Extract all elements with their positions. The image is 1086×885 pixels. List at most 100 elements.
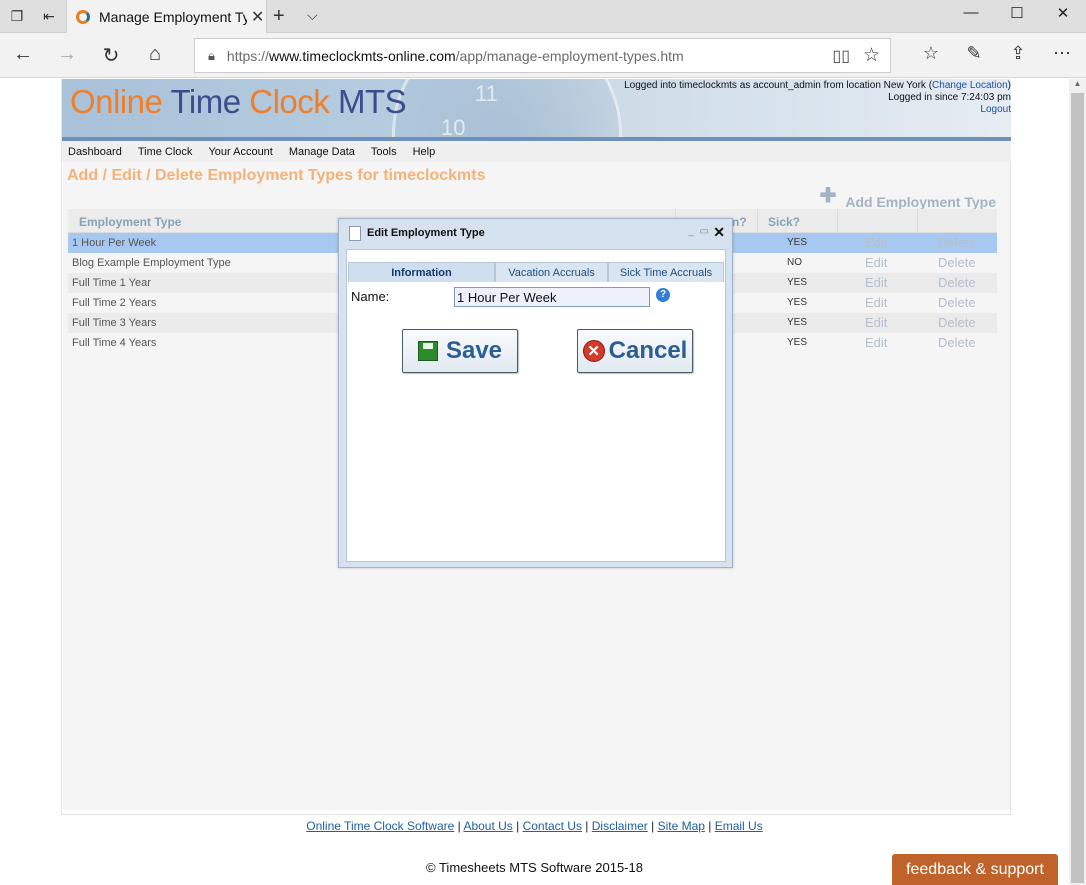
footer-links: Online Time Clock Software | About Us | … xyxy=(306,819,763,833)
footer-link-software[interactable]: Online Time Clock Software xyxy=(306,819,454,833)
footer-link-sitemap[interactable]: Site Map xyxy=(658,819,705,833)
edit-employment-type-dialog: Edit Employment Type _ ▭ ✕ Information V… xyxy=(338,218,733,568)
save-button[interactable]: Save xyxy=(402,329,518,373)
col-separator xyxy=(837,209,838,233)
back-icon[interactable]: ← xyxy=(9,43,37,66)
cancel-x-icon: ✕ xyxy=(582,340,605,362)
url-domain: www.timeclockmts-online.com xyxy=(268,47,456,64)
tab-preview-chevron-icon[interactable]: ⌵ xyxy=(307,7,318,24)
row-delete-link[interactable]: Delete xyxy=(938,335,976,350)
menu-manage-data[interactable]: Manage Data xyxy=(289,146,355,158)
row-edit-link[interactable]: Edit xyxy=(865,275,887,290)
tab-close-icon[interactable]: ✕ xyxy=(251,7,264,27)
help-icon[interactable]: ? xyxy=(656,288,670,302)
tab-title: Manage Employment Ty xyxy=(99,8,247,25)
tab-vacation-accruals[interactable]: Vacation Accruals xyxy=(495,262,608,282)
row-delete-link[interactable]: Delete xyxy=(938,295,976,310)
col-sick[interactable]: Sick? xyxy=(768,215,800,229)
row-name: Full Time 4 Years xyxy=(72,337,157,349)
url-path: /app/manage-employment-types.htm xyxy=(455,47,684,64)
notes-pen-icon[interactable]: ✎ xyxy=(961,43,987,64)
row-delete-link[interactable]: Delete xyxy=(938,315,976,330)
dialog-titlebar[interactable]: Edit Employment Type _ ▭ ✕ xyxy=(339,219,732,247)
login-paren: ) xyxy=(1007,80,1011,91)
logo-word: Clock xyxy=(249,83,330,120)
row-edit-link[interactable]: Edit xyxy=(865,335,887,350)
row-name: Full Time 3 Years xyxy=(72,317,157,329)
row-sick: NO xyxy=(787,257,802,268)
col-employment-type[interactable]: Employment Type xyxy=(79,215,181,229)
document-icon xyxy=(349,225,361,241)
col-separator xyxy=(917,209,918,233)
row-delete-link[interactable]: Delete xyxy=(938,275,976,290)
set-aside-tabs-icon[interactable]: ⇤ xyxy=(38,6,60,26)
row-name: Full Time 1 Year xyxy=(72,277,151,289)
logout-link[interactable]: Logout xyxy=(980,104,1011,115)
add-plus-icon: ✚ xyxy=(819,185,837,207)
window-close-icon[interactable]: ✕ xyxy=(1040,4,1086,22)
lock-icon: 🔒︎ xyxy=(208,47,215,63)
row-edit-link[interactable]: Edit xyxy=(865,235,887,250)
footer-link-contact[interactable]: Contact Us xyxy=(523,819,582,833)
name-input[interactable] xyxy=(454,287,650,307)
share-icon[interactable]: ⇪ xyxy=(1005,43,1031,64)
row-edit-link[interactable]: Edit xyxy=(865,315,887,330)
page-title: Add / Edit / Delete Employment Types for… xyxy=(67,167,486,184)
logged-since: Logged in since 7:24:03 pm xyxy=(888,92,1011,103)
maximize-icon[interactable]: ☐ xyxy=(994,4,1040,22)
row-sick: YES xyxy=(787,237,808,248)
home-icon[interactable]: ⌂ xyxy=(141,43,169,66)
reading-view-icon[interactable]: ▯▯ xyxy=(832,46,850,66)
dialog-minimize-icon[interactable]: _ xyxy=(688,226,694,237)
new-tab-icon[interactable]: + xyxy=(273,5,285,28)
footer-link-about[interactable]: About Us xyxy=(463,819,512,833)
tab-information[interactable]: Information xyxy=(348,262,495,282)
dialog-maximize-icon[interactable]: ▭ xyxy=(700,226,709,237)
vertical-scrollbar[interactable]: ▲ xyxy=(1069,79,1086,885)
dialog-close-icon[interactable]: ✕ xyxy=(713,224,725,241)
menu-your-account[interactable]: Your Account xyxy=(208,146,272,158)
footer-link-email[interactable]: Email Us xyxy=(715,819,763,833)
logo[interactable]: Online Time Clock MTS xyxy=(70,83,407,121)
name-label: Name: xyxy=(351,289,390,304)
banner: 11 10 Online Time Clock MTS Logged into … xyxy=(62,79,1011,137)
change-location-link[interactable]: Change Location xyxy=(932,80,1008,91)
url-field[interactable]: 🔒︎ https://www.timeclockmts-online.com/a… xyxy=(194,38,891,73)
clock-numeral: 11 xyxy=(475,81,498,106)
tab-manager-icon[interactable]: ❐ xyxy=(6,6,28,26)
cancel-button[interactable]: ✕ Cancel xyxy=(577,329,693,373)
menu-help[interactable]: Help xyxy=(413,146,436,158)
menu-dashboard[interactable]: Dashboard xyxy=(68,146,122,158)
dialog-body: Information Vacation Accruals Sick Time … xyxy=(346,249,726,562)
more-menu-icon[interactable]: ⋯ xyxy=(1049,43,1075,64)
site-favicon-icon xyxy=(76,9,90,24)
login-info: Logged into timeclockmts as account_admi… xyxy=(624,80,1011,116)
scroll-thumb[interactable] xyxy=(1071,93,1084,883)
row-sick: YES xyxy=(787,277,808,288)
row-sick: YES xyxy=(787,317,808,328)
url-scheme: https:// xyxy=(226,47,269,64)
dialog-tabs: Information Vacation Accruals Sick Time … xyxy=(348,262,724,282)
refresh-icon[interactable]: ↻ xyxy=(97,43,125,68)
menu-tools[interactable]: Tools xyxy=(371,146,397,158)
scroll-up-icon[interactable]: ▲ xyxy=(1069,79,1086,93)
browser-address-bar: ← → ↻ ⌂ 🔒︎ https://www.timeclockmts-onli… xyxy=(0,33,1086,78)
browser-tab-bar: ❐ ⇤ Manage Employment Ty ✕ + ⌵ — ☐ ✕ xyxy=(0,0,1086,33)
tab-sick-time-accruals[interactable]: Sick Time Accruals xyxy=(608,262,724,282)
col-vacation[interactable]: n? xyxy=(732,215,747,229)
clock-numeral: 10 xyxy=(441,115,466,137)
row-edit-link[interactable]: Edit xyxy=(865,255,887,270)
footer-link-disclaimer[interactable]: Disclaimer xyxy=(592,819,648,833)
row-delete-link[interactable]: Delete xyxy=(938,255,976,270)
favorites-icon[interactable]: ☆ xyxy=(918,43,944,64)
menu-time-clock[interactable]: Time Clock xyxy=(138,146,193,158)
row-edit-link[interactable]: Edit xyxy=(865,295,887,310)
forward-icon[interactable]: → xyxy=(53,43,81,66)
favorite-star-icon[interactable]: ☆ xyxy=(863,44,880,67)
browser-tab[interactable]: Manage Employment Ty ✕ xyxy=(66,0,267,33)
col-separator xyxy=(757,209,758,233)
feedback-support-button[interactable]: feedback & support xyxy=(892,854,1058,885)
floppy-disk-icon xyxy=(417,341,438,361)
minimize-icon[interactable]: — xyxy=(948,4,994,21)
row-delete-link[interactable]: Delete xyxy=(938,235,976,250)
